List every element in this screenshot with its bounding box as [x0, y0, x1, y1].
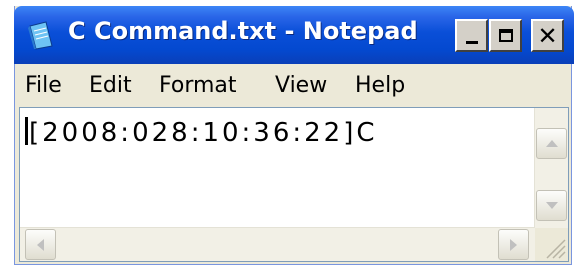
text-editor-area[interactable]: [2008:028:10:36:22]C	[19, 107, 569, 262]
menu-view[interactable]: View	[275, 73, 327, 98]
maximize-icon	[498, 29, 513, 42]
resize-grip-icon	[546, 239, 566, 259]
scroll-right-arrow-icon	[510, 238, 517, 251]
notepad-icon[interactable]	[28, 20, 54, 50]
horizontal-scrollbar[interactable]	[20, 227, 535, 261]
menu-file[interactable]: File	[25, 73, 62, 98]
text-caret	[25, 117, 28, 145]
menu-edit[interactable]: Edit	[89, 73, 132, 98]
notepad-window: C Command.txt - Notepad ✕ File Edit Form…	[14, 6, 574, 265]
close-icon: ✕	[537, 21, 558, 50]
maximize-button[interactable]	[489, 19, 522, 52]
menu-format[interactable]: Format	[159, 73, 237, 98]
scroll-left-arrow-icon	[37, 238, 44, 251]
scroll-up-button[interactable]	[536, 128, 567, 159]
vertical-scrollbar[interactable]	[534, 108, 568, 228]
menu-bar: File Edit Format View Help	[15, 64, 571, 106]
resize-grip[interactable]	[535, 228, 568, 261]
scroll-right-button[interactable]	[498, 229, 529, 260]
minimize-button[interactable]	[455, 19, 488, 52]
scroll-left-button[interactable]	[25, 229, 56, 260]
close-button[interactable]: ✕	[531, 19, 564, 52]
title-bar[interactable]: C Command.txt - Notepad ✕	[14, 6, 574, 64]
scroll-up-arrow-icon	[545, 140, 558, 147]
window-title: C Command.txt - Notepad	[68, 17, 418, 45]
scroll-down-arrow-icon	[545, 202, 558, 209]
minimize-icon	[465, 41, 478, 44]
scroll-down-button[interactable]	[536, 190, 567, 221]
editor-text: [2008:028:10:36:22]C	[29, 118, 378, 148]
menu-help[interactable]: Help	[355, 73, 405, 98]
editor-content[interactable]: [2008:028:10:36:22]C	[25, 117, 378, 148]
